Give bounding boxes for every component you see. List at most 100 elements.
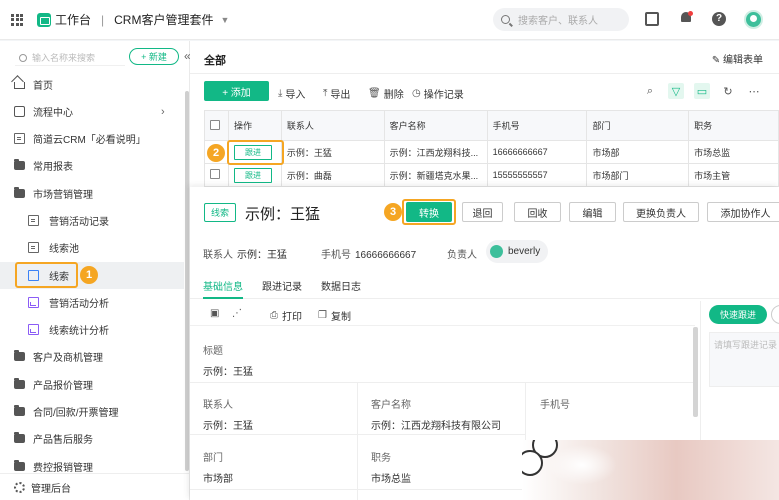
sidebar-item-label: 营销活动分析 <box>49 299 109 310</box>
search-icon[interactable]: ⌕ <box>642 83 658 99</box>
column-header[interactable]: 客户名称 <box>383 110 488 141</box>
sidebar-item-label: 流程中心 <box>33 108 73 119</box>
sidebar-item-quotes[interactable]: 产品报价管理 <box>0 371 184 398</box>
tab-follow-records[interactable]: 跟进记录 <box>262 278 302 293</box>
workspace-icon <box>37 12 51 27</box>
table-row[interactable]: 跟进 示例：曲磊 示例：新疆塔克水果... 15555555557 市场部门 市… <box>204 163 779 187</box>
column-header[interactable]: 联系人 <box>280 110 385 141</box>
bell-icon[interactable] <box>679 11 693 26</box>
sidebar-item-customers[interactable]: 客户及商机管理 <box>0 343 184 370</box>
search-icon <box>501 15 510 24</box>
folder-icon <box>14 460 25 471</box>
sidebar-item-campaign-records[interactable]: 营销活动记录 <box>0 207 184 234</box>
quick-follow-secondary[interactable] <box>771 305 779 324</box>
sidebar-item-lead-stats[interactable]: 线索统计分析 <box>0 316 184 343</box>
edit-button[interactable]: 编辑 <box>569 202 616 222</box>
chevron-right-icon[interactable]: › <box>161 106 165 118</box>
copy-button[interactable]: ❐ 复制 <box>318 308 351 323</box>
workspace-title[interactable]: 工作台 <box>55 11 91 28</box>
doc-icon <box>14 133 25 144</box>
recycle-button[interactable]: 回收 <box>514 202 561 222</box>
list-toolbar: + 添加 ⤓ 导入 ⤒ 导出 🗑︎ 删除 ◷ 操作记录 ⌕ ▽ ▭ ↻ ⋯ <box>190 81 779 103</box>
print-button[interactable]: ⎙ 打印 <box>270 308 302 323</box>
global-search[interactable]: 搜索客户、联系人 <box>493 8 629 31</box>
sidebar-item-aftersales[interactable]: 产品售后服务 <box>0 425 184 452</box>
add-button[interactable]: + 添加 <box>204 81 269 101</box>
chart-icon <box>28 324 39 335</box>
phone-info-value: 16666666667 <box>355 250 417 261</box>
filter-icon[interactable]: ▽ <box>668 83 684 99</box>
column-header[interactable]: 部门 <box>586 110 690 141</box>
tab-data-log[interactable]: 数据日志 <box>321 278 361 293</box>
image-icon[interactable]: ▣ <box>210 308 223 319</box>
field-value: 市场部 <box>203 474 233 485</box>
tab-basic-info[interactable]: 基础信息 <box>203 278 243 293</box>
quick-follow-input[interactable]: 请填写跟进记录 <box>709 332 779 387</box>
admin-link[interactable]: 管理后台 <box>0 473 189 500</box>
edit-form-button[interactable]: ✎ 编辑表单 <box>712 51 763 66</box>
field-department: 部门 市场部 <box>203 449 233 485</box>
field-label: 客户名称 <box>371 400 411 411</box>
print-icon: ⎙ <box>270 310 278 321</box>
sidebar-scrollbar[interactable] <box>185 91 189 471</box>
field-label: 部门 <box>203 453 223 464</box>
sidebar-item-label: 产品售后服务 <box>33 435 93 446</box>
delete-button[interactable]: 🗑︎ 删除 <box>368 86 404 101</box>
sidebar-search-input[interactable]: 输入名称来搜索 <box>15 50 125 66</box>
column-header[interactable]: 手机号 <box>486 110 588 141</box>
avatar[interactable] <box>744 10 763 29</box>
row-select-cell[interactable] <box>204 163 229 187</box>
row-checkbox[interactable] <box>210 169 220 179</box>
detail-scrollbar[interactable] <box>693 327 698 417</box>
sidebar-item-label: 营销活动记录 <box>49 217 109 228</box>
history-button[interactable]: ◷ 操作记录 <box>412 86 464 101</box>
sidebar-item-campaign-analysis[interactable]: 营销活动分析 <box>0 289 184 316</box>
refresh-icon[interactable]: ↻ <box>720 83 736 99</box>
help-icon[interactable]: ? <box>712 12 726 26</box>
apps-grid-icon[interactable] <box>11 13 23 26</box>
copy-label: 复制 <box>330 312 351 323</box>
tablet-icon[interactable] <box>645 12 659 26</box>
step-badge-3: 3 <box>384 203 402 221</box>
more-icon[interactable]: ⋯ <box>746 83 762 99</box>
new-button[interactable]: + 新建 <box>129 48 179 65</box>
follow-up-button[interactable]: 跟进 <box>233 167 272 183</box>
copy-icon: ❐ <box>318 310 327 321</box>
sidebar-item-guide[interactable]: 简道云CRM「必看说明」 <box>0 125 184 152</box>
export-label: 导出 <box>330 90 351 101</box>
add-collaborator-button[interactable]: 添加协作人 <box>707 202 779 222</box>
sidebar-item-reports[interactable]: 常用报表 <box>0 152 184 179</box>
view-icon[interactable]: ▭ <box>694 83 710 99</box>
field-value: 市场总监 <box>371 474 411 485</box>
column-header[interactable]: 操作 <box>227 110 282 141</box>
trash-icon: 🗑︎ <box>368 88 381 99</box>
folder-icon <box>14 405 25 416</box>
table-cell: 市场总监 <box>688 140 779 164</box>
sidebar-item-home[interactable]: 首页 <box>0 71 184 98</box>
table-cell: 市场部 <box>586 140 690 164</box>
field-customer: 客户名称 示例：江西龙翔科技有限公司 <box>371 396 501 432</box>
field-title: 标题 示例：王猛 <box>203 342 253 378</box>
print-label: 打印 <box>282 312 302 323</box>
sidebar-item-flow[interactable]: 流程中心 › <box>0 98 184 125</box>
sidebar-item-contracts[interactable]: 合同/回款/开票管理 <box>0 398 184 425</box>
quick-follow-button[interactable]: 快速跟进 <box>709 305 767 324</box>
change-owner-button[interactable]: 更换负责人 <box>623 202 699 222</box>
select-all-checkbox[interactable] <box>210 119 220 130</box>
import-button[interactable]: ⤓ 导入 <box>278 86 305 101</box>
field-contact: 联系人 示例：王猛 <box>203 396 253 432</box>
app-title[interactable]: CRM客户管理套件 <box>114 11 213 28</box>
return-button[interactable]: 退回 <box>462 202 503 222</box>
folder-icon <box>14 159 25 170</box>
sidebar-item-label: 客户及商机管理 <box>33 353 103 364</box>
column-header[interactable]: 职务 <box>688 110 779 141</box>
share-icon[interactable]: ⋰ <box>232 308 246 319</box>
sidebar-item-lead-pool[interactable]: 线索池 <box>0 234 184 261</box>
table-row[interactable]: 跟进 示例：王猛 示例：江西龙翔科技... 16666666667 市场部 市场… <box>204 140 779 164</box>
select-all-cell[interactable] <box>204 110 229 141</box>
export-button[interactable]: ⤒ 导出 <box>323 86 350 101</box>
folder-icon <box>14 432 25 443</box>
caret-down-icon[interactable]: ▼ <box>220 15 229 25</box>
sidebar-item-marketing[interactable]: 市场营销管理 <box>0 180 184 207</box>
owner-chip[interactable]: beverly <box>486 240 549 263</box>
